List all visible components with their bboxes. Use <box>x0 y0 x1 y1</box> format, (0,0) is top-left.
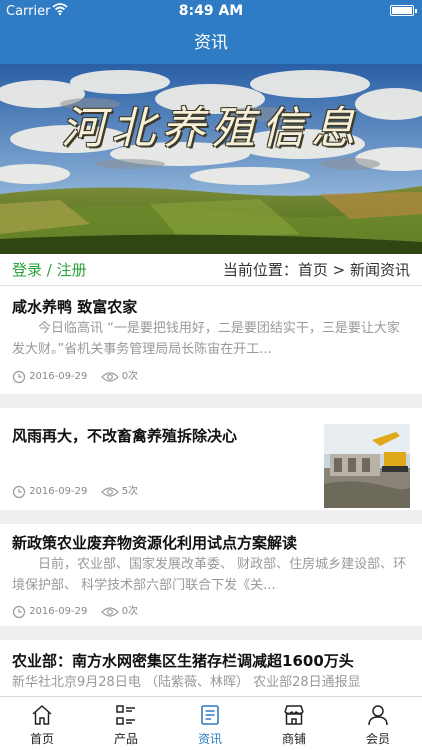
news-title: 风雨再大，不改畜禽养殖拆除决心 <box>12 427 238 445</box>
news-title: 咸水养鸭 致富农家 <box>12 298 138 316</box>
tab-label: 商铺 <box>281 732 306 746</box>
tab-label: 资讯 <box>197 732 222 746</box>
news-list[interactable]: 咸水养鸭 致富农家 今日临高讯 “一是要把钱用好，二是要团结实干，三是要让大家发… <box>0 286 422 696</box>
news-meta: 2016-09-29 0次 <box>12 604 138 620</box>
news-meta: 2016-09-29 5次 <box>12 484 138 500</box>
auth-separator: / <box>42 261 57 279</box>
clock-icon <box>12 605 26 619</box>
news-item[interactable]: 风雨再大，不改畜禽养殖拆除决心 2016-09-29 5次 <box>0 408 422 510</box>
nav-bar: 资讯 <box>0 22 422 64</box>
tab-home[interactable]: 首页 <box>0 697 84 750</box>
eye-icon <box>100 607 119 617</box>
grid-list-icon <box>116 705 135 725</box>
breadcrumb-label: 当前位置： <box>222 261 298 279</box>
tab-products[interactable]: 产品 <box>84 697 168 750</box>
page-title: 资讯 <box>194 33 228 53</box>
news-date: 2016-09-29 <box>29 486 88 497</box>
store-icon <box>284 705 304 725</box>
banner-image[interactable]: 河北养殖信息 <box>0 64 422 254</box>
tab-label: 产品 <box>113 732 138 746</box>
news-date: 2016-09-29 <box>29 606 88 617</box>
tab-bar: 首页 产品 资讯 商铺 会员 <box>0 696 422 750</box>
tab-news[interactable]: 资讯 <box>168 697 252 750</box>
news-title: 农业部：南方水网密集区生猪存栏调减超1600万头 <box>12 652 354 670</box>
breadcrumb-home[interactable]: 首页 <box>298 261 328 279</box>
news-summary: 新华社北京9月28日电 （陆紫薇、林晖） 农业部28日通报显 <box>12 675 361 690</box>
breadcrumb: 当前位置：首页 > 新闻资讯 <box>223 254 410 286</box>
user-icon <box>368 705 388 726</box>
news-item[interactable]: 农业部：南方水网密集区生猪存栏调减超1600万头 新华社北京9月28日电 （陆紫… <box>0 640 422 696</box>
news-summary: 今日临高讯 “一是要把钱用好，二是要团结实干，三是要让大家发大财。”省机关事务管… <box>12 321 400 357</box>
clock-icon <box>12 485 26 499</box>
breadcrumb-arrow: > <box>327 261 350 279</box>
eye-icon <box>100 372 119 382</box>
auth-links: 登录 / 注册 <box>12 254 87 286</box>
login-link[interactable]: 登录 <box>12 261 42 279</box>
tab-label: 会员 <box>365 732 390 746</box>
register-link[interactable]: 注册 <box>57 261 87 279</box>
location-bar: 登录 / 注册 当前位置：首页 > 新闻资讯 <box>0 254 422 286</box>
news-meta: 2016-09-29 0次 <box>12 369 138 385</box>
banner-title: 河北养殖信息 <box>61 103 361 154</box>
news-title: 新政策农业废弃物资源化利用试点方案解读 <box>12 534 298 552</box>
news-item[interactable]: 咸水养鸭 致富农家 今日临高讯 “一是要把钱用好，二是要团结实干，三是要让大家发… <box>0 286 422 394</box>
home-icon <box>32 704 52 725</box>
document-icon <box>201 705 219 725</box>
tab-store[interactable]: 商铺 <box>252 697 336 750</box>
status-bar: Carrier 8:49 AM <box>0 0 422 22</box>
news-views: 5次 <box>121 486 139 497</box>
news-views: 0次 <box>121 371 139 382</box>
news-views: 0次 <box>121 606 139 617</box>
eye-icon <box>100 487 119 497</box>
news-thumbnail <box>324 424 410 508</box>
tab-label: 首页 <box>29 732 54 746</box>
clock-icon <box>12 370 26 384</box>
news-item[interactable]: 新政策农业废弃物资源化利用试点方案解读 日前，农业部、国家发展改革委、 财政部、… <box>0 524 422 626</box>
tab-member[interactable]: 会员 <box>336 697 420 750</box>
clock: 8:49 AM <box>178 3 244 19</box>
breadcrumb-current: 新闻资讯 <box>349 261 410 279</box>
news-date: 2016-09-29 <box>29 371 88 382</box>
battery-icon <box>390 5 417 16</box>
news-summary: 日前，农业部、国家发展改革委、 财政部、住房城乡建设部、环境保护部、 科学技术部… <box>12 557 407 593</box>
